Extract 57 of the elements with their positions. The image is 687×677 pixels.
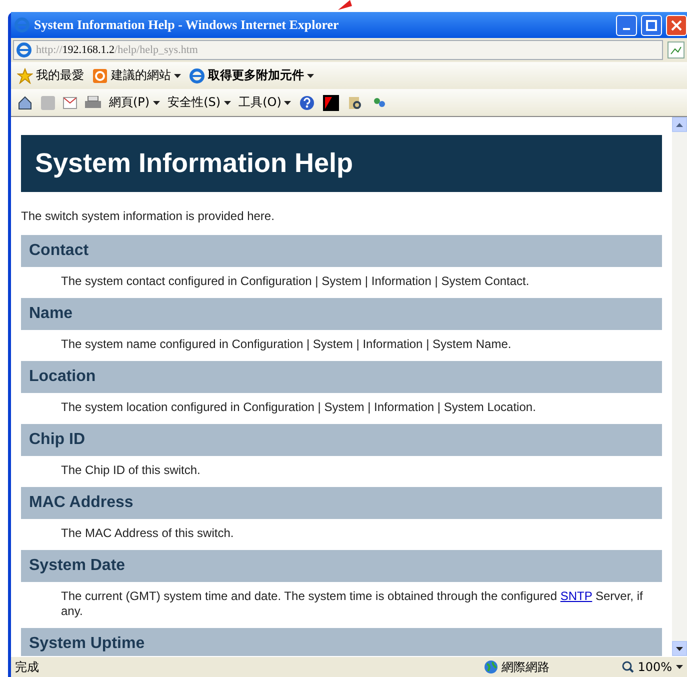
section-description: The current (GMT) system time and date. The system time is obtained through the configured SNTP Server, if any. <box>60 588 644 620</box>
minimize-icon <box>623 28 630 30</box>
sntp-link[interactable]: SNTP <box>560 589 592 603</box>
star-icon <box>17 68 33 84</box>
maximize-button[interactable] <box>641 14 662 36</box>
toolbar-addon-icon[interactable] <box>323 94 340 110</box>
command-menu[interactable]: 工具(O) <box>238 94 292 111</box>
e-logo-icon <box>14 17 30 33</box>
favorites-bar-item[interactable]: 我的最愛 <box>17 67 84 84</box>
home-icon[interactable] <box>17 94 33 110</box>
section-heading: System Date <box>21 550 662 582</box>
section-description: The system contact configured in Configuration | System | Information | System Contact. <box>60 273 530 290</box>
section-description: The Chip ID of this switch. <box>60 462 202 479</box>
printer-icon[interactable] <box>85 96 101 110</box>
scroll-down-button[interactable] <box>672 641 687 656</box>
maximize-icon <box>646 20 657 30</box>
zoom-icon <box>622 661 634 673</box>
favorites-bar-item[interactable]: 取得更多附加元件 <box>189 67 314 84</box>
up-arrow-icon <box>676 122 683 126</box>
section-heading: Chip ID <box>21 424 662 456</box>
command-menu[interactable]: 網頁(P) <box>109 94 160 111</box>
command-menu[interactable]: 安全性(S) <box>168 94 231 111</box>
page-title: System Information Help <box>21 135 662 192</box>
window-title: System Information Help - Windows Internet Explorer <box>34 17 340 33</box>
close-icon <box>671 20 682 30</box>
compatibility-view-icon[interactable] <box>667 41 685 59</box>
section-heading: Location <box>21 361 662 393</box>
mail-icon[interactable] <box>63 96 77 108</box>
dropdown-caret-icon <box>174 74 181 78</box>
help-icon[interactable] <box>299 94 316 110</box>
dropdown-caret-icon <box>676 665 683 669</box>
section-heading: Contact <box>21 235 662 267</box>
dropdown-caret-icon <box>152 100 160 104</box>
minimize-button[interactable] <box>616 14 637 36</box>
scroll-up-button[interactable] <box>672 117 687 132</box>
close-button[interactable] <box>666 14 687 36</box>
arrow-pointer-icon <box>336 0 352 10</box>
section-heading: Name <box>21 298 662 330</box>
globe-icon <box>484 660 498 674</box>
section-description: The MAC Address of this switch. <box>60 525 235 542</box>
intro-text: The switch system information is provided here. <box>21 209 276 223</box>
zone-indicator: 網際網路 <box>484 658 550 676</box>
dropdown-caret-icon <box>284 100 292 104</box>
e-logo-icon <box>16 42 32 58</box>
section-description: The system location configured in Configuration | System | Information | System Location. <box>60 399 537 416</box>
dropdown-caret-icon <box>224 100 231 104</box>
dropdown-caret-icon <box>307 74 314 78</box>
section-description: The system name configured in Configuration | System | Information | System Name. <box>60 336 512 353</box>
favorites-bar-item[interactable]: 建議的網站 <box>92 67 181 84</box>
section-heading: MAC Address <box>21 487 662 519</box>
suggested-sites-icon <box>92 68 108 84</box>
zoom-control[interactable]: 100% <box>622 660 683 674</box>
address-field[interactable]: http://192.168.1.2/help/help_sys.htm <box>13 40 663 60</box>
section-heading: System Uptime <box>21 628 662 656</box>
dropdown-caret-icon <box>676 646 683 650</box>
status-text: 完成 <box>15 658 40 676</box>
e-logo-icon <box>189 68 205 84</box>
